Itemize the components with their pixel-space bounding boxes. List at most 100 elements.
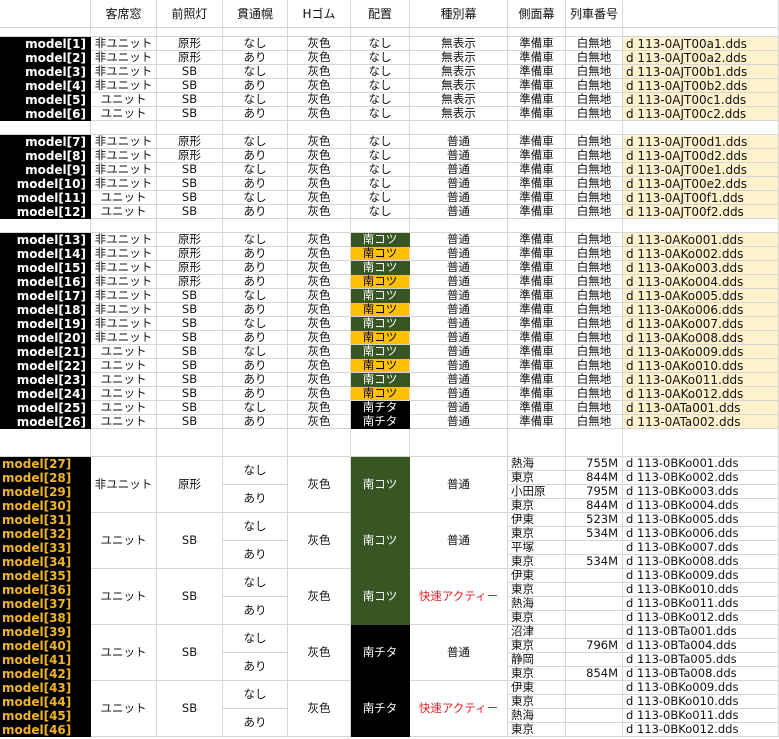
train-number-cell[interactable] xyxy=(566,569,623,583)
empty-cell[interactable] xyxy=(410,28,508,37)
empty-cell[interactable] xyxy=(623,0,779,28)
empty-cell[interactable] xyxy=(288,219,351,233)
type-sign-cell[interactable]: 普通 xyxy=(410,401,508,415)
gangway-hood-cell[interactable]: あり xyxy=(223,261,288,275)
placement-cell[interactable]: なし xyxy=(351,205,410,219)
type-sign-cell[interactable]: 普通 xyxy=(410,359,508,373)
placement-cell[interactable]: なし xyxy=(351,177,410,191)
model-label[interactable]: model[18] xyxy=(0,303,91,317)
headlight-cell[interactable]: 原形 xyxy=(157,51,223,65)
headlight-cell[interactable]: SB xyxy=(157,191,223,205)
side-sign-cell[interactable]: 準備車 xyxy=(508,51,566,65)
train-number-cell[interactable] xyxy=(566,695,623,709)
empty-cell[interactable] xyxy=(566,121,623,135)
headlight-cell[interactable]: 原形 xyxy=(157,457,223,513)
column-header[interactable]: 配置 xyxy=(351,0,410,28)
side-sign-cell[interactable]: 準備車 xyxy=(508,247,566,261)
h-rubber-cell[interactable]: 灰色 xyxy=(288,149,351,163)
file-name-cell[interactable]: d 113-0BKo009.dds xyxy=(623,569,779,583)
side-sign-cell[interactable]: 熱海 xyxy=(508,597,566,611)
column-header[interactable]: 貫通幌 xyxy=(223,0,288,28)
model-label[interactable]: model[7] xyxy=(0,135,91,149)
headlight-cell[interactable]: 原形 xyxy=(157,261,223,275)
model-label[interactable]: model[5] xyxy=(0,93,91,107)
empty-cell[interactable] xyxy=(0,28,91,37)
type-sign-cell[interactable]: 普通 xyxy=(410,625,508,681)
type-sign-cell[interactable]: 普通 xyxy=(410,135,508,149)
train-number-cell[interactable]: 白無地 xyxy=(566,37,623,51)
h-rubber-cell[interactable]: 灰色 xyxy=(288,317,351,331)
headlight-cell[interactable]: 原形 xyxy=(157,275,223,289)
placement-cell[interactable]: 南チタ xyxy=(351,401,410,415)
headlight-cell[interactable]: SB xyxy=(157,205,223,219)
empty-cell[interactable] xyxy=(623,121,779,135)
model-label[interactable]: model[39] xyxy=(0,625,91,639)
train-number-cell[interactable]: 白無地 xyxy=(566,135,623,149)
empty-cell[interactable] xyxy=(223,121,288,135)
empty-cell[interactable] xyxy=(0,219,91,233)
seat-window-cell[interactable]: 非ユニット xyxy=(91,289,157,303)
file-name-cell[interactable]: d 113-0AJT00f2.dds xyxy=(623,205,779,219)
train-number-cell[interactable]: 白無地 xyxy=(566,107,623,121)
model-label[interactable]: model[20] xyxy=(0,331,91,345)
h-rubber-cell[interactable]: 灰色 xyxy=(288,387,351,401)
gangway-hood-cell[interactable]: あり xyxy=(223,247,288,261)
train-number-cell[interactable]: 白無地 xyxy=(566,163,623,177)
h-rubber-cell[interactable]: 灰色 xyxy=(288,261,351,275)
h-rubber-cell[interactable]: 灰色 xyxy=(288,177,351,191)
side-sign-cell[interactable]: 準備車 xyxy=(508,373,566,387)
type-sign-cell[interactable]: 無表示 xyxy=(410,65,508,79)
headlight-cell[interactable]: 原形 xyxy=(157,37,223,51)
file-name-cell[interactable]: d 113-0AKo003.dds xyxy=(623,261,779,275)
empty-cell[interactable] xyxy=(91,219,157,233)
side-sign-cell[interactable]: 準備車 xyxy=(508,37,566,51)
placement-cell[interactable]: 南コツ xyxy=(351,233,410,247)
seat-window-cell[interactable]: 非ユニット xyxy=(91,163,157,177)
train-number-cell[interactable]: 白無地 xyxy=(566,387,623,401)
model-label[interactable]: model[45] xyxy=(0,709,91,723)
h-rubber-cell[interactable]: 灰色 xyxy=(288,345,351,359)
type-sign-cell[interactable]: 無表示 xyxy=(410,79,508,93)
side-sign-cell[interactable]: 準備車 xyxy=(508,79,566,93)
gangway-hood-cell[interactable]: なし xyxy=(223,93,288,107)
file-name-cell[interactable]: d 113-0AKo001.dds xyxy=(623,233,779,247)
file-name-cell[interactable]: d 113-0AJT00a2.dds xyxy=(623,51,779,65)
headlight-cell[interactable]: SB xyxy=(157,359,223,373)
side-sign-cell[interactable]: 静岡 xyxy=(508,653,566,667)
h-rubber-cell[interactable]: 灰色 xyxy=(288,107,351,121)
h-rubber-cell[interactable]: 灰色 xyxy=(288,191,351,205)
seat-window-cell[interactable]: ユニット xyxy=(91,625,157,681)
train-number-cell[interactable]: 白無地 xyxy=(566,331,623,345)
side-sign-cell[interactable]: 東京 xyxy=(508,499,566,513)
side-sign-cell[interactable]: 東京 xyxy=(508,527,566,541)
headlight-cell[interactable]: SB xyxy=(157,681,223,737)
side-sign-cell[interactable]: 準備車 xyxy=(508,65,566,79)
model-label[interactable]: model[24] xyxy=(0,387,91,401)
placement-cell[interactable]: 南コツ xyxy=(351,513,410,569)
type-sign-cell[interactable]: 普通 xyxy=(410,261,508,275)
h-rubber-cell[interactable]: 灰色 xyxy=(288,93,351,107)
empty-cell[interactable] xyxy=(351,429,410,457)
empty-cell[interactable] xyxy=(566,429,623,457)
seat-window-cell[interactable]: ユニット xyxy=(91,681,157,737)
side-sign-cell[interactable]: 熱海 xyxy=(508,709,566,723)
placement-cell[interactable]: 南コツ xyxy=(351,289,410,303)
seat-window-cell[interactable]: 非ユニット xyxy=(91,331,157,345)
train-number-cell[interactable]: 白無地 xyxy=(566,261,623,275)
side-sign-cell[interactable]: 準備車 xyxy=(508,233,566,247)
headlight-cell[interactable]: SB xyxy=(157,625,223,681)
headlight-cell[interactable]: SB xyxy=(157,107,223,121)
empty-cell[interactable] xyxy=(0,121,91,135)
model-label[interactable]: model[3] xyxy=(0,65,91,79)
file-name-cell[interactable]: d 113-0AJT00c2.dds xyxy=(623,107,779,121)
h-rubber-cell[interactable]: 灰色 xyxy=(288,401,351,415)
seat-window-cell[interactable]: ユニット xyxy=(91,345,157,359)
gangway-hood-cell[interactable]: なし xyxy=(223,317,288,331)
placement-cell[interactable]: 南チタ xyxy=(351,681,410,737)
model-label[interactable]: model[43] xyxy=(0,681,91,695)
empty-cell[interactable] xyxy=(351,121,410,135)
file-name-cell[interactable]: d 113-0AKo011.dds xyxy=(623,373,779,387)
file-name-cell[interactable]: d 113-0BKo010.dds xyxy=(623,583,779,597)
file-name-cell[interactable]: d 113-0BTa001.dds xyxy=(623,625,779,639)
train-number-cell[interactable]: 844M xyxy=(566,499,623,513)
